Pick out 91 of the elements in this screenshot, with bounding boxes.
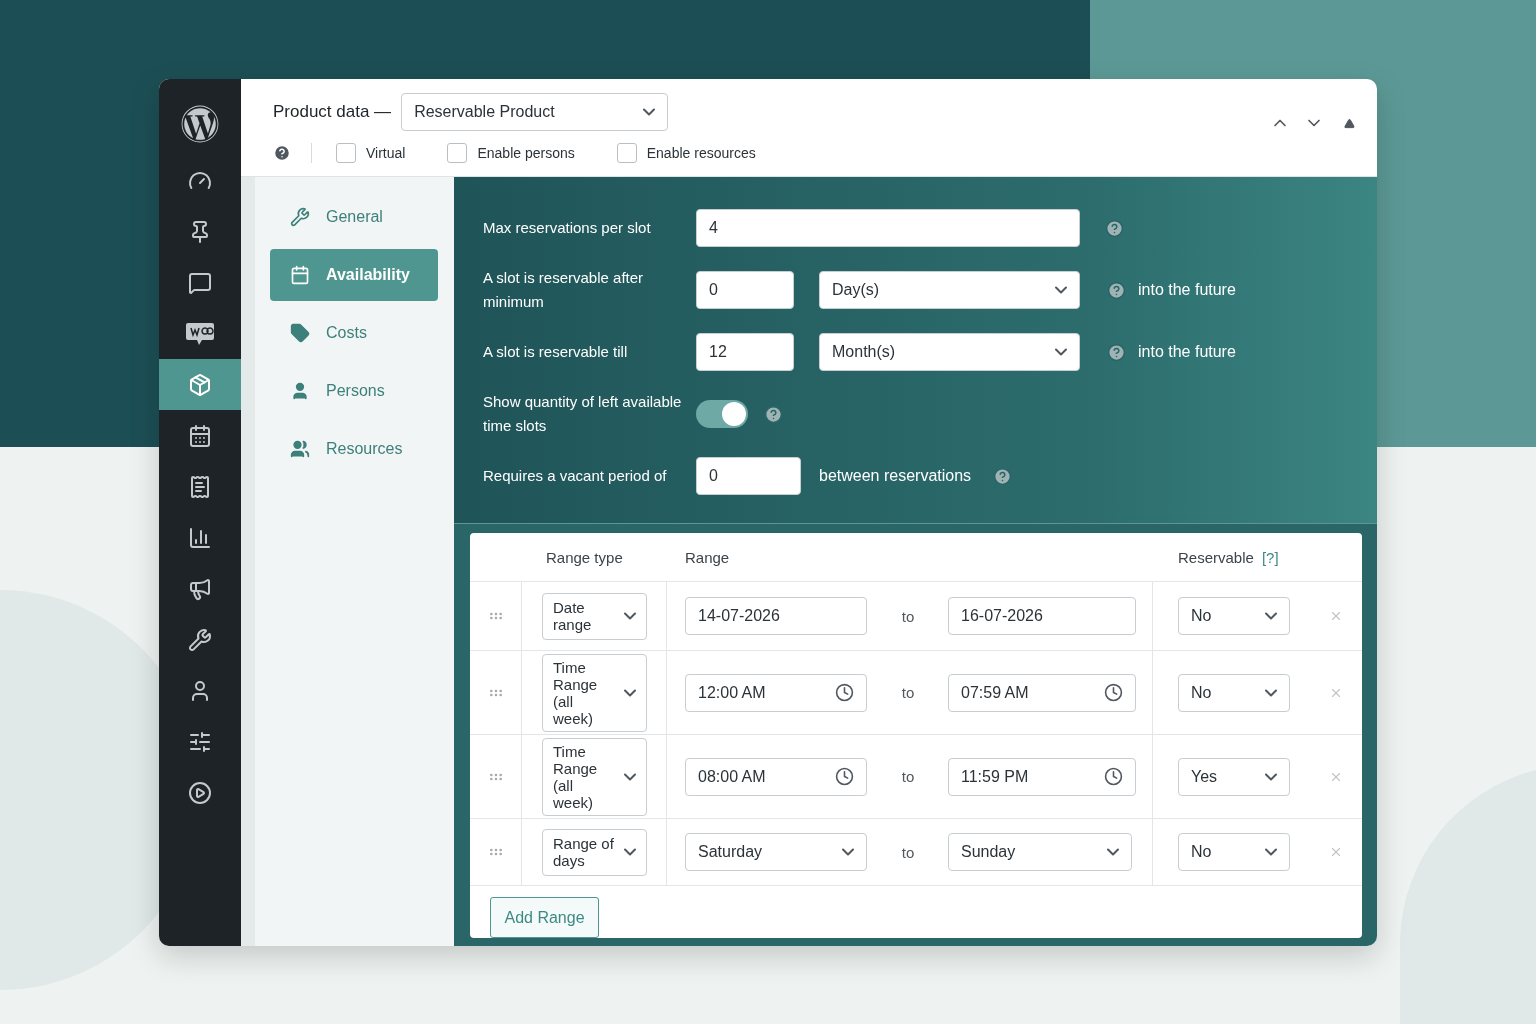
chevron-down-icon [1055, 348, 1067, 356]
wrench-icon [188, 627, 212, 652]
product-tab[interactable]: Persons [270, 365, 438, 417]
number-field[interactable]: 0 [696, 271, 794, 309]
range-connector: to [901, 684, 915, 701]
chevron-down-icon [624, 688, 636, 697]
toggle-switch[interactable] [696, 400, 748, 428]
product-tab[interactable]: Resources [270, 423, 438, 475]
chevron-down-icon [1055, 286, 1067, 294]
number-field[interactable]: 12 [696, 333, 794, 371]
chevron-down-icon [1265, 772, 1277, 781]
tag-icon [290, 323, 310, 343]
number-field[interactable]: 0 [696, 457, 801, 495]
help-link[interactable]: [?] [1261, 548, 1279, 566]
checkbox[interactable] [336, 142, 356, 163]
date-field[interactable]: 14-07-2026 [685, 597, 867, 635]
help-icon[interactable] [1105, 218, 1124, 238]
chevron-down-icon [1265, 848, 1277, 856]
time-field[interactable]: 12:00 AM [685, 673, 867, 712]
wordpress-logo-icon [181, 105, 219, 143]
setting-label: Show quantity of left available time slots [483, 392, 683, 436]
reservable-select[interactable]: No [1178, 673, 1290, 712]
reservable-select[interactable]: No [1178, 597, 1290, 635]
range-type-select[interactable]: Range of days [542, 828, 647, 876]
clock-icon [1104, 767, 1123, 786]
chevron-down-icon [624, 848, 636, 856]
checkbox[interactable] [616, 142, 637, 163]
receipt-icon [188, 474, 212, 499]
box-icon [188, 372, 212, 397]
checkbox-label: Enable persons [477, 144, 575, 161]
chevron-down-icon [624, 772, 636, 781]
reservable-select[interactable]: No [1178, 833, 1290, 871]
setting-label: Requires a vacant period of [483, 466, 668, 486]
product-tab[interactable]: General [270, 191, 438, 243]
chevron-down-icon [842, 848, 854, 856]
range-type-select[interactable]: Time Range (all week) [542, 737, 647, 816]
checkbox-label: Virtual [366, 144, 406, 161]
clock-icon [835, 683, 854, 702]
chevron-down-icon [1265, 688, 1277, 697]
chevron-down-icon [1107, 848, 1119, 856]
chevron-down-icon [624, 612, 636, 620]
megaphone-icon [188, 576, 212, 601]
range-connector: to [901, 843, 915, 861]
wrench-icon [290, 207, 310, 227]
play-icon [188, 780, 212, 805]
product-tab[interactable]: Costs [270, 307, 438, 359]
calendar-icon [290, 265, 310, 285]
help-icon[interactable] [1107, 342, 1126, 362]
time-field[interactable]: 08:00 AM [685, 757, 867, 796]
speech-badge-icon [185, 321, 215, 346]
column-header: Reservable [1178, 548, 1254, 566]
time-field[interactable]: 11:59 PM [948, 757, 1136, 796]
calendar-icon [188, 423, 212, 448]
clock-icon [1104, 683, 1123, 702]
chevron-down-icon [1265, 612, 1277, 620]
setting-label: A slot is reservable till [483, 342, 629, 362]
checkbox-label: Enable resources [646, 144, 756, 161]
column-header: Range type [546, 548, 623, 566]
users-icon [290, 439, 310, 459]
add-range-button[interactable]: Add Range [490, 897, 599, 938]
setting-label: Max reservations per slot [483, 218, 652, 238]
help-icon[interactable] [1107, 280, 1126, 300]
setting-suffix: into the future [1138, 343, 1236, 361]
day-select[interactable]: Saturday [685, 833, 867, 871]
setting-label: A slot is reservable after minimum [483, 268, 645, 312]
day-select[interactable]: Sunday [948, 833, 1132, 871]
collapse-icon[interactable] [1344, 117, 1355, 129]
setting-suffix: into the future [1138, 281, 1236, 299]
panel-title: Product data — [273, 101, 392, 122]
column-header: Range [685, 548, 730, 566]
sliders-icon [188, 729, 212, 754]
product-type-select[interactable]: Reservable Product [401, 92, 669, 131]
setting-suffix: between reservations [819, 467, 972, 485]
chevron-down-icon [643, 107, 656, 116]
range-connector: to [901, 768, 915, 785]
unit-select[interactable]: Day(s) [819, 271, 1080, 309]
range-type-select[interactable]: Time Range (all week) [542, 653, 647, 732]
user-icon [290, 381, 310, 401]
bar-chart-icon [188, 525, 212, 550]
time-field[interactable]: 07:59 AM [948, 673, 1136, 712]
checkbox[interactable] [447, 142, 468, 163]
reservable-select[interactable]: Yes [1178, 757, 1290, 796]
range-type-select[interactable]: Date range [542, 592, 647, 640]
range-connector: to [901, 607, 915, 625]
help-icon[interactable] [993, 466, 1013, 486]
comment-icon [188, 270, 212, 295]
date-field[interactable]: 16-07-2026 [948, 597, 1136, 635]
clock-icon [835, 767, 854, 786]
text-field[interactable]: 4 [696, 209, 1080, 247]
unit-select[interactable]: Month(s) [819, 333, 1080, 371]
help-icon[interactable] [764, 404, 783, 424]
